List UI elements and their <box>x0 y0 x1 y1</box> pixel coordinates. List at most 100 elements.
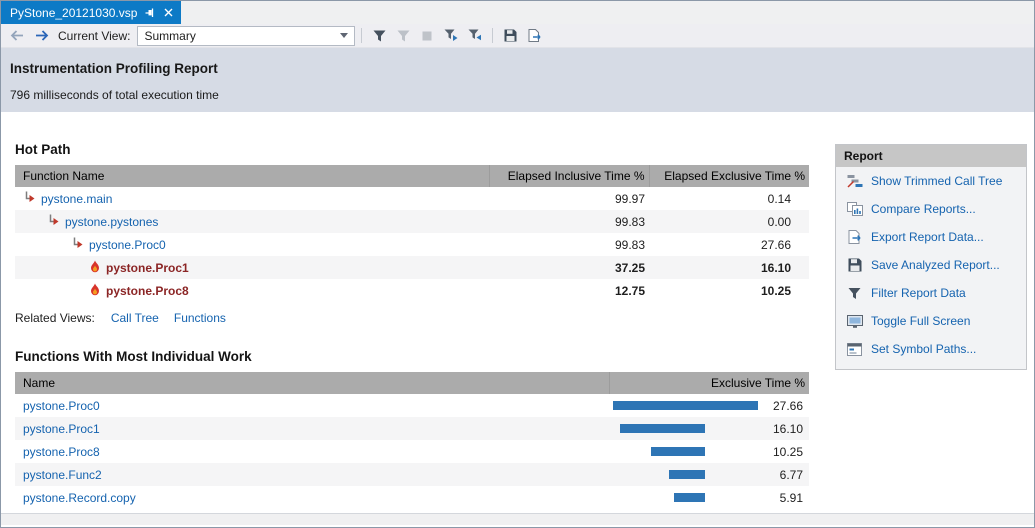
chevron-down-icon <box>340 33 348 38</box>
column-exclusive-time: Elapsed Exclusive Time % <box>649 165 809 187</box>
set-symbol-paths-icon <box>846 343 863 356</box>
work-row: pystone.Proc8 10.25 <box>15 440 809 463</box>
inclusive-value: 99.97 <box>489 187 649 210</box>
exclusive-value: 27.66 <box>709 394 809 417</box>
hot-path-header-row: Function Name Elapsed Inclusive Time % E… <box>15 165 809 187</box>
filter-icon[interactable] <box>368 26 390 46</box>
navigate-back-button[interactable] <box>6 26 28 46</box>
function-link[interactable]: pystone.Proc8 <box>106 284 189 298</box>
function-link[interactable]: pystone.Proc1 <box>106 261 189 275</box>
individual-work-header-row: Name Exclusive Time % <box>15 372 809 394</box>
report-action-save-analyzed-report[interactable]: Save Analyzed Report... <box>836 251 1026 279</box>
value-bar <box>674 493 705 502</box>
exclusive-value: 10.25 <box>709 440 809 463</box>
save-analyzed-report-icon <box>846 258 863 272</box>
related-views-label: Related Views: <box>15 311 95 325</box>
inclusive-value: 99.83 <box>489 210 649 233</box>
hot-path-row: pystone.Proc1 37.25 16.10 <box>15 256 809 279</box>
clear-filter-icon <box>392 26 414 46</box>
report-action-label[interactable]: Show Trimmed Call Tree <box>871 174 1002 188</box>
toggle-full-screen-icon <box>846 315 863 328</box>
navigate-forward-button[interactable] <box>30 26 52 46</box>
current-view-label: Current View: <box>58 29 130 43</box>
filter-report-data-icon <box>846 287 863 300</box>
individual-work-title: Functions With Most Individual Work <box>15 349 809 364</box>
inclusive-value: 37.25 <box>489 256 649 279</box>
toolbar: Current View: Summary <box>1 24 1034 48</box>
work-row: pystone.Record.copy 5.91 <box>15 486 809 509</box>
current-view-value: Summary <box>144 29 195 43</box>
report-action-export-report-data[interactable]: Export Report Data... <box>836 223 1026 251</box>
hot-path-row: pystone.pystones 99.83 0.00 <box>15 210 809 233</box>
toolbar-separator <box>492 28 493 43</box>
hot-path-row: pystone.main 99.97 0.14 <box>15 187 809 210</box>
exclusive-value: 10.25 <box>649 279 809 302</box>
function-link[interactable]: pystone.Proc1 <box>23 422 100 436</box>
work-row: pystone.Func2 6.77 <box>15 463 809 486</box>
report-action-set-symbol-paths[interactable]: Set Symbol Paths... <box>836 335 1026 363</box>
save-report-icon[interactable] <box>499 26 521 46</box>
exclusive-value: 16.10 <box>709 417 809 440</box>
hot-path-arrow-icon <box>47 214 60 229</box>
exclusive-value: 27.66 <box>649 233 809 256</box>
exclusive-value: 6.77 <box>709 463 809 486</box>
exclusive-value: 5.91 <box>709 486 809 509</box>
export-report-data-icon <box>846 230 863 244</box>
inclusive-value: 12.75 <box>489 279 649 302</box>
add-filter-icon[interactable] <box>440 26 462 46</box>
report-action-compare-reports[interactable]: Compare Reports... <box>836 195 1026 223</box>
inclusive-value: 99.83 <box>489 233 649 256</box>
report-action-label[interactable]: Save Analyzed Report... <box>871 258 1000 272</box>
related-view-call-tree-link[interactable]: Call Tree <box>111 311 159 325</box>
hot-path-table: Function Name Elapsed Inclusive Time % E… <box>15 165 809 302</box>
function-link[interactable]: pystone.Proc8 <box>23 445 100 459</box>
hot-path-arrow-icon <box>71 237 84 252</box>
compare-reports-icon <box>846 202 863 216</box>
hot-path-row: pystone.Proc8 12.75 10.25 <box>15 279 809 302</box>
exclusive-value: 0.00 <box>649 210 809 233</box>
column-name: Name <box>15 372 609 394</box>
apply-filter-icon[interactable] <box>464 26 486 46</box>
report-panel-title: Report <box>836 145 1026 167</box>
close-icon[interactable] <box>164 8 173 17</box>
hot-path-row: pystone.Proc0 99.83 27.66 <box>15 233 809 256</box>
report-panel: Report Show Trimmed Call Tree Compare Re… <box>835 144 1027 370</box>
report-action-label[interactable]: Set Symbol Paths... <box>871 342 976 356</box>
pin-icon[interactable] <box>145 7 156 18</box>
function-link[interactable]: pystone.Record.copy <box>23 491 136 505</box>
individual-work-table: Name Exclusive Time % pystone.Proc0 27.6… <box>15 372 809 509</box>
export-report-icon[interactable] <box>523 26 545 46</box>
report-action-label[interactable]: Filter Report Data <box>871 286 966 300</box>
exclusive-value: 0.14 <box>649 187 809 210</box>
function-link[interactable]: pystone.main <box>41 192 112 206</box>
function-link[interactable]: pystone.Proc0 <box>89 238 166 252</box>
function-link[interactable]: pystone.Func2 <box>23 468 102 482</box>
report-header: Instrumentation Profiling Report 796 mil… <box>1 48 1034 112</box>
value-bar <box>620 424 705 433</box>
tab-bar: PyStone_20121030.vsp <box>1 1 1034 24</box>
report-title: Instrumentation Profiling Report <box>10 61 1024 76</box>
report-action-filter-report-data[interactable]: Filter Report Data <box>836 279 1026 307</box>
report-action-label[interactable]: Compare Reports... <box>871 202 976 216</box>
value-bar <box>669 470 705 479</box>
exclusive-value: 16.10 <box>649 256 809 279</box>
trimmed-call-tree-icon <box>846 174 863 188</box>
function-link[interactable]: pystone.pystones <box>65 215 158 229</box>
profiler-window: PyStone_20121030.vsp Current View: Summa… <box>0 0 1035 528</box>
report-subtitle: 796 milliseconds of total execution time <box>10 88 1024 102</box>
current-view-dropdown[interactable]: Summary <box>137 26 355 46</box>
function-link[interactable]: pystone.Proc0 <box>23 399 100 413</box>
report-content: Hot Path Function Name Elapsed Inclusive… <box>1 112 1034 525</box>
toolbar-separator <box>361 28 362 43</box>
document-tab[interactable]: PyStone_20121030.vsp <box>1 1 181 24</box>
tab-title: PyStone_20121030.vsp <box>10 6 137 20</box>
report-action-label[interactable]: Export Report Data... <box>871 230 984 244</box>
report-action-toggle-full-screen[interactable]: Toggle Full Screen <box>836 307 1026 335</box>
report-action-show-trimmed-call-tree[interactable]: Show Trimmed Call Tree <box>836 167 1026 195</box>
stop-profiling-icon <box>416 26 438 46</box>
horizontal-scrollbar[interactable] <box>1 513 1034 525</box>
report-action-label[interactable]: Toggle Full Screen <box>871 314 970 328</box>
column-inclusive-time: Elapsed Inclusive Time % <box>489 165 649 187</box>
related-view-functions-link[interactable]: Functions <box>174 311 226 325</box>
work-row: pystone.Proc1 16.10 <box>15 417 809 440</box>
